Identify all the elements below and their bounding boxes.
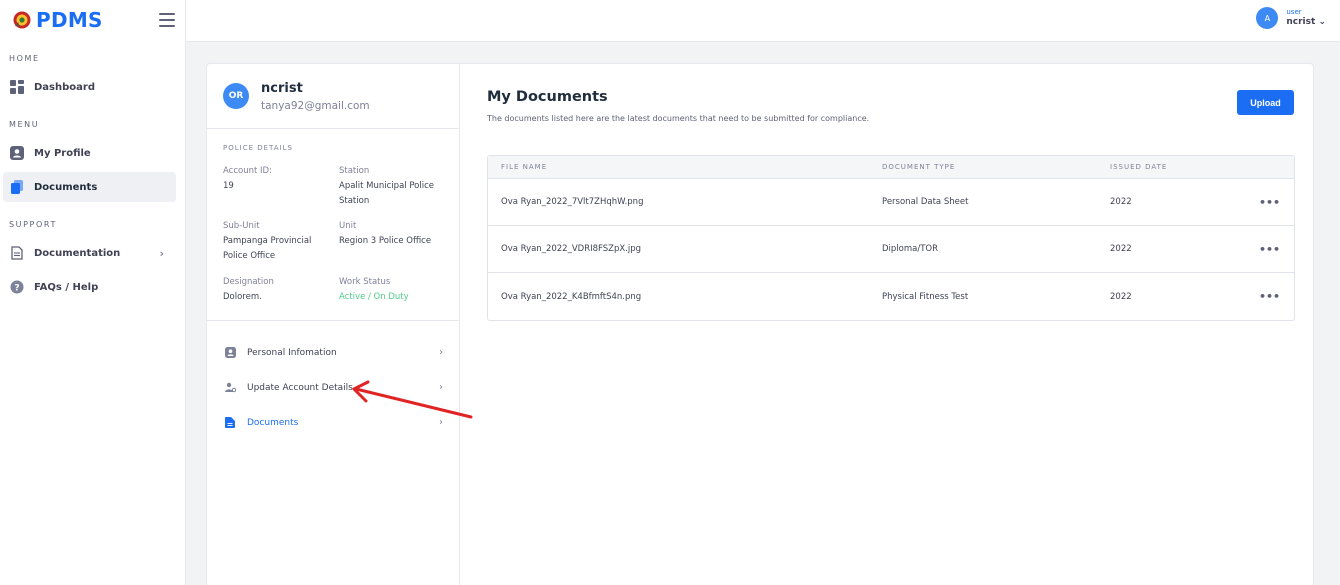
page-title: My Documents — [487, 89, 608, 105]
id-card-icon — [223, 346, 237, 360]
field-label: Account ID: — [223, 166, 272, 176]
sidebar-item-my-profile[interactable]: My Profile — [3, 138, 176, 168]
police-details-title: POLICE DETAILS — [223, 144, 293, 152]
chevron-down-icon: ⌄ — [1318, 16, 1326, 27]
field-label: Unit — [339, 221, 357, 231]
sidebar: PDMS HOME Dashboard MENU My Profile Docu… — [0, 0, 186, 585]
column-header-file-name[interactable]: FILE NAME — [501, 163, 547, 171]
field-label: Work Status — [339, 277, 391, 287]
profile-panel: OR ncrist tanya92@gmail.com POLICE DETAI… — [207, 64, 460, 585]
brand-logo-link[interactable]: PDMS — [12, 8, 103, 32]
menu-item-label: Update Account Details — [247, 382, 353, 393]
user-menu[interactable]: A user ncrist ⌄ — [1256, 7, 1326, 29]
row-actions-icon[interactable]: ••• — [1259, 290, 1280, 303]
menu-item-label: Personal Infomation — [247, 347, 337, 358]
field-account-id: Account ID: 19 — [223, 164, 333, 194]
profile-documents-card: OR ncrist tanya92@gmail.com POLICE DETAI… — [206, 63, 1314, 585]
sidebar-item-label: Documents — [34, 181, 98, 193]
menu-toggle-icon[interactable] — [159, 13, 175, 27]
menu-item-update-account-details[interactable]: Update Account Details › — [207, 370, 459, 405]
file-name-cell: Ova Ryan_2022_K4BfmftS4n.png — [501, 291, 642, 302]
sidebar-item-dashboard[interactable]: Dashboard — [3, 72, 176, 102]
document-icon — [223, 416, 237, 430]
field-value: 19 — [223, 181, 234, 191]
chevron-right-icon: › — [159, 246, 164, 260]
field-station: Station Apalit Municipal Police Station — [339, 164, 449, 209]
field-designation: Designation Dolorem. — [223, 275, 333, 305]
sidebar-item-label: Dashboard — [34, 81, 95, 93]
avatar: A — [1256, 7, 1279, 29]
sidebar-item-label: My Profile — [34, 147, 91, 159]
brand-name: PDMS — [36, 8, 103, 32]
user-settings-icon — [223, 381, 237, 395]
column-header-document-type[interactable]: DOCUMENT TYPE — [882, 163, 955, 171]
top-header: A user ncrist ⌄ — [186, 0, 1340, 42]
page-subtitle: The documents listed here are the latest… — [487, 114, 870, 123]
row-actions-icon[interactable]: ••• — [1259, 196, 1280, 209]
brand-bar: PDMS — [0, 0, 185, 40]
issued-date-cell: 2022 — [1110, 244, 1132, 254]
file-icon — [10, 246, 24, 260]
menu-item-personal-information[interactable]: Personal Infomation › — [207, 335, 459, 370]
user-name: ncrist ⌄ — [1286, 17, 1326, 28]
profile-name: ncrist — [261, 80, 303, 96]
sidebar-item-label: Documentation — [34, 247, 121, 259]
issued-date-cell: 2022 — [1110, 197, 1132, 207]
row-actions-icon[interactable]: ••• — [1259, 243, 1280, 256]
field-sub-unit: Sub-Unit Pampanga Provincial Police Offi… — [223, 219, 333, 264]
field-value: Dolorem. — [223, 292, 262, 302]
field-label: Sub-Unit — [223, 221, 260, 231]
chevron-right-icon: › — [439, 347, 443, 358]
chevron-right-icon: › — [439, 417, 443, 428]
sidebar-item-documents[interactable]: Documents — [3, 172, 176, 202]
table-row[interactable]: Ova Ryan_2022_7Vlt7ZHqhW.png Personal Da… — [488, 179, 1294, 226]
document-type-cell: Diploma/TOR — [882, 244, 939, 254]
user-name-text: ncrist — [1286, 16, 1316, 27]
section-home-label: HOME — [9, 54, 40, 63]
column-header-issued-date[interactable]: ISSUED DATE — [1110, 163, 1167, 171]
section-support-label: SUPPORT — [9, 220, 57, 229]
user-role: user — [1286, 8, 1302, 17]
profile-header: OR ncrist tanya92@gmail.com — [207, 64, 459, 129]
documents-table: FILE NAME DOCUMENT TYPE ISSUED DATE Ova … — [487, 155, 1295, 321]
field-value: Pampanga Provincial Police Office — [223, 236, 312, 261]
profile-menu: Personal Infomation › Update Account Det… — [207, 321, 459, 440]
sidebar-item-documentation[interactable]: Documentation › — [3, 238, 176, 268]
document-type-cell: Physical Fitness Test — [882, 291, 969, 302]
pdms-logo-icon — [13, 11, 31, 29]
file-name-cell: Ova Ryan_2022_7Vlt7ZHqhW.png — [501, 197, 644, 207]
menu-item-label: Documents — [247, 417, 299, 428]
documents-icon — [10, 180, 24, 194]
chevron-right-icon: › — [439, 382, 443, 393]
help-icon: ? — [10, 280, 24, 294]
field-label: Designation — [223, 277, 274, 287]
section-menu-label: MENU — [9, 120, 40, 129]
menu-item-documents[interactable]: Documents › — [207, 405, 459, 440]
profile-avatar: OR — [223, 83, 249, 109]
user-meta: user ncrist ⌄ — [1286, 8, 1326, 27]
dashboard-icon — [10, 80, 24, 94]
documents-panel: My Documents The documents listed here a… — [461, 64, 1313, 585]
field-work-status: Work Status Active / On Duty — [339, 275, 449, 305]
field-label: Station — [339, 166, 370, 176]
field-value: Region 3 Police Office — [339, 236, 432, 246]
profile-identity: ncrist tanya92@gmail.com — [261, 81, 370, 112]
table-row[interactable]: Ova Ryan_2022_VDRI8FSZpX.jpg Diploma/TOR… — [488, 226, 1294, 273]
file-name-cell: Ova Ryan_2022_VDRI8FSZpX.jpg — [501, 244, 642, 254]
table-row[interactable]: Ova Ryan_2022_K4BfmftS4n.png Physical Fi… — [488, 273, 1294, 320]
work-status-value: Active / On Duty — [339, 292, 409, 302]
user-icon — [10, 146, 24, 160]
table-header: FILE NAME DOCUMENT TYPE ISSUED DATE — [488, 156, 1294, 179]
profile-email: tanya92@gmail.com — [261, 99, 370, 112]
field-unit: Unit Region 3 Police Office — [339, 219, 449, 249]
sidebar-item-faqs-help[interactable]: ? FAQs / Help — [3, 272, 176, 302]
issued-date-cell: 2022 — [1110, 291, 1132, 302]
police-details: POLICE DETAILS Account ID: 19 Station Ap… — [207, 129, 459, 321]
svg-text:?: ? — [14, 283, 19, 293]
field-value: Apalit Municipal Police Station — [339, 181, 434, 206]
upload-button[interactable]: Upload — [1237, 90, 1294, 115]
sidebar-item-label: FAQs / Help — [34, 281, 99, 293]
document-type-cell: Personal Data Sheet — [882, 197, 969, 207]
